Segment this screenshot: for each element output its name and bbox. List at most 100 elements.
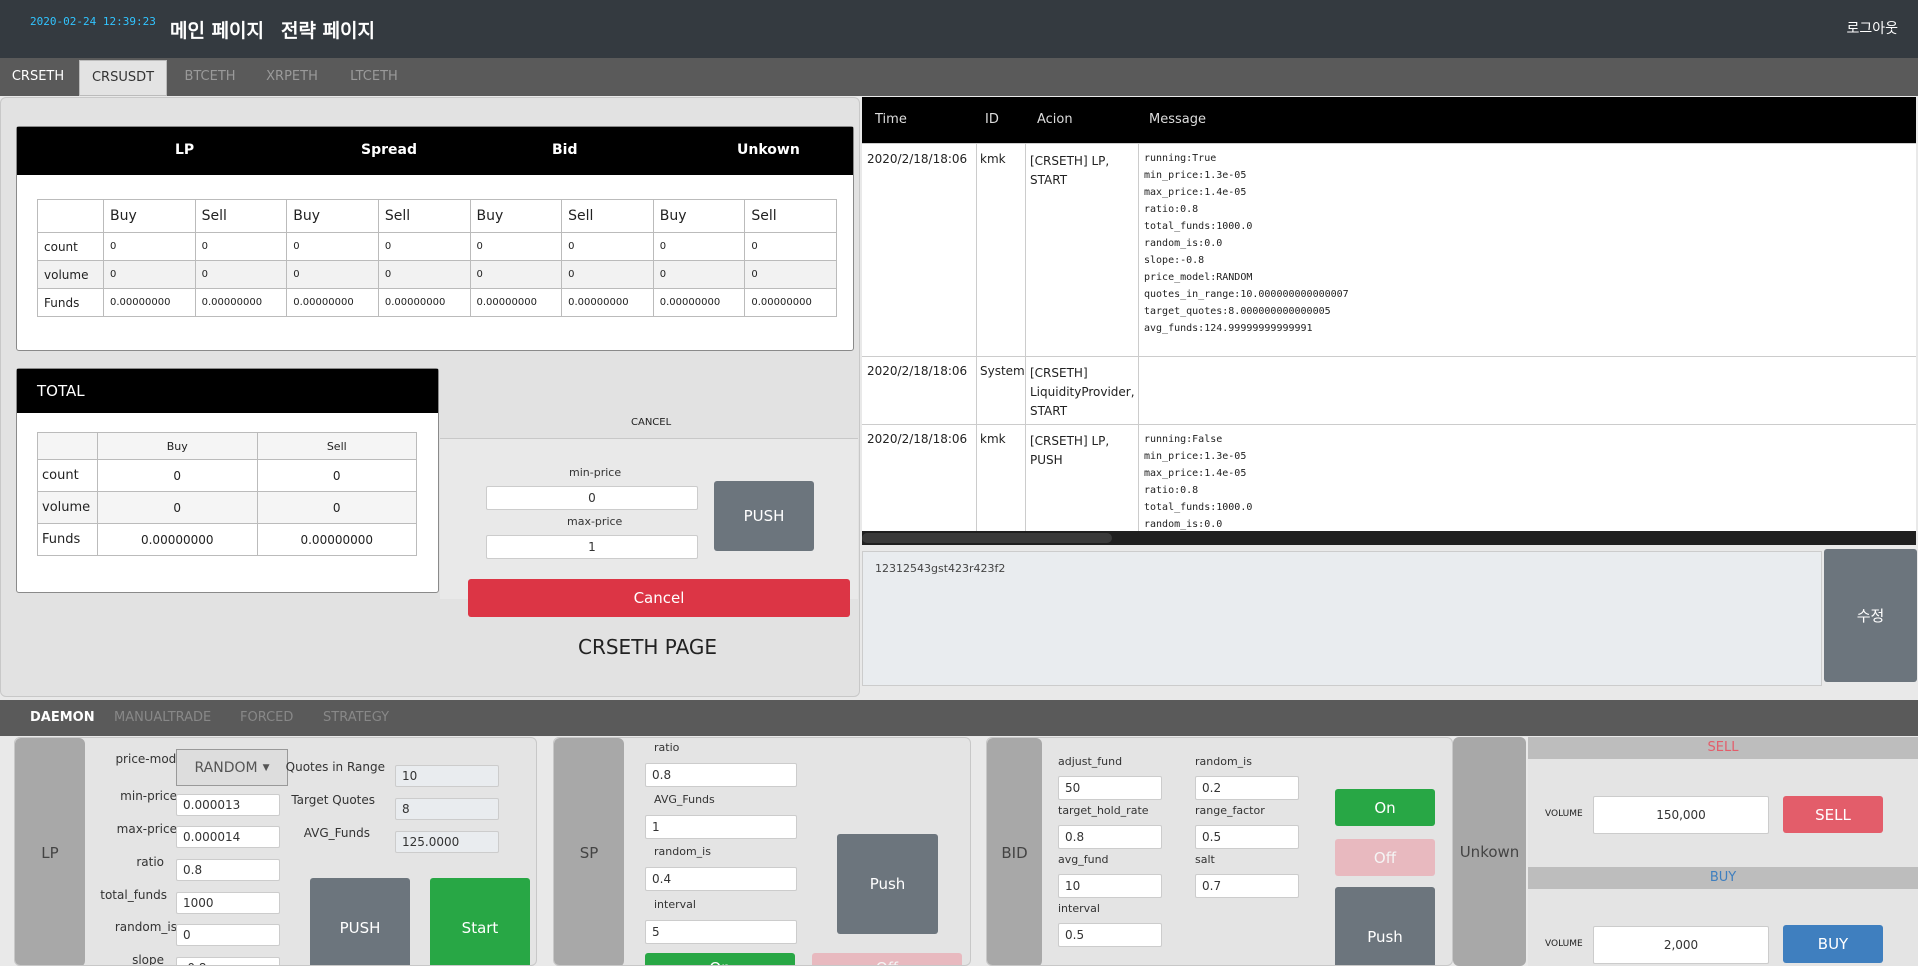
lp-section: LP price-model RANDOM ▼ min-price 0.0000… [14,737,537,966]
tab-daemon[interactable]: DAEMON [30,700,95,736]
cancel-push-button[interactable]: PUSH [714,481,814,551]
total-card: TOTAL Buy Sell count 0 0 volume 0 0 Fund… [16,368,439,593]
sp-random-label: random_is [654,845,711,858]
table-cell: 0 [286,232,379,261]
table-header-row: Buy Sell [37,432,417,460]
memo-textarea[interactable]: 12312543gst423r423f2 [862,551,1822,686]
range-factor-input[interactable]: 0.5 [1195,825,1299,849]
row-label: Funds [37,523,98,556]
tab-xrpeth[interactable]: XRPETH [254,58,330,96]
max-price-label: max-price [116,822,177,836]
lp-random-is-input[interactable]: 0 [176,924,280,946]
sp-ratio-label: ratio [654,741,680,754]
tab-manualtrade[interactable]: MANUALTRADE [114,700,211,736]
price-model-value: RANDOM [194,759,258,776]
top-navbar: 2020-02-24 12:39:23 메인 페이지 전략 페이지 로그아웃 [0,0,1918,58]
table-cell: 0 [256,459,417,492]
bid-off-button[interactable]: Off [1335,839,1435,876]
log-action: [CRSETH] LP, PUSH [1030,434,1110,467]
tab-btceth[interactable]: BTCETH [172,58,248,96]
log-message: running:False min_price:1.3e-05 max_pric… [1144,434,1253,530]
sell-volume-input[interactable]: 150,000 [1593,796,1769,834]
timestamp: 2020-02-24 12:39:23 [30,15,156,28]
target-hold-rate-input[interactable]: 0.8 [1058,825,1162,849]
table-row: Funds 0.00000000 0.00000000 0.00000000 0… [37,288,837,317]
logout-link[interactable]: 로그아웃 [1846,18,1898,38]
adjust-fund-input[interactable]: 50 [1058,776,1162,800]
edit-button[interactable]: 수정 [1824,549,1917,682]
max-price-input[interactable]: 1 [486,535,698,559]
salt-label: salt [1195,853,1215,866]
table-cell: 0 [652,260,746,289]
bid-interval-input[interactable]: 0.5 [1058,923,1162,947]
bid-random-input[interactable]: 0.2 [1195,776,1299,800]
sp-push-button[interactable]: Push [837,834,938,934]
tab-ltceth[interactable]: LTCETH [336,58,412,96]
salt-input[interactable]: 0.7 [1195,874,1299,898]
target-quotes-value: 8 [395,798,499,820]
quotes-in-range-label: Quotes in Range [285,760,385,774]
row-label: volume [37,260,104,289]
lp-start-button[interactable]: Start [430,878,530,965]
lp-slope-input[interactable]: -0.8 [176,957,280,965]
row-label: volume [37,491,98,524]
daemon-tab-bar: DAEMON MANUALTRADE FORCED STRATEGY [0,700,1918,736]
bid-on-button[interactable]: On [1335,789,1435,826]
bid-push-button[interactable]: Push [1335,887,1435,965]
avg-fund-input[interactable]: 10 [1058,874,1162,898]
table-cell: 0 [561,260,654,289]
lp-max-price-input[interactable]: 0.000014 [176,826,280,848]
adjust-fund-label: adjust_fund [1058,755,1123,768]
buy-volume-input[interactable]: 2,000 [1593,926,1769,964]
pair-tab-bar: CRSETH CRSUSDT BTCETH XRPETH LTCETH [0,58,1918,96]
sp-random-input[interactable]: 0.4 [645,867,797,891]
buy-button[interactable]: BUY [1783,925,1883,963]
unkown-side-label: Unkown [1453,737,1526,966]
nav-strategy-page[interactable]: 전략 페이지 [281,16,375,43]
price-model-dropdown[interactable]: RANDOM ▼ [176,749,288,786]
log-col-message: Message [1149,112,1206,127]
sp-interval-label: interval [654,898,696,911]
bid-section: BID adjust_fund 50 random_is 0.2 target_… [986,737,1453,966]
tab-crsusdt[interactable]: CRSUSDT [79,60,167,96]
table-cell: 0 [97,459,258,492]
row-label: Funds [37,288,104,317]
lp-total-funds-input[interactable]: 1000 [176,892,280,914]
tab-crseth[interactable]: CRSETH [0,58,76,96]
log-action: [CRSETH] LP, START [1030,154,1110,187]
sp-ratio-input[interactable]: 0.8 [645,763,797,787]
cancel-button[interactable]: Cancel [468,579,850,617]
sp-interval-input[interactable]: 5 [645,920,797,944]
min-price-input[interactable]: 0 [486,486,698,510]
buy-volume-label: VOLUME [1545,939,1583,949]
log-time: 2020/2/18/18:06 [867,364,968,378]
table-cell: 0 [286,260,379,289]
chevron-down-icon: ▼ [262,762,270,773]
table-cell: 0 [256,491,417,524]
table-cell: 0 [469,260,563,289]
sp-off-button[interactable]: Off [812,953,962,965]
sp-on-button[interactable]: On [645,953,795,965]
nav-main-page[interactable]: 메인 페이지 [170,16,264,43]
sell-button[interactable]: SELL [1783,796,1883,833]
log-scrollbar-thumb[interactable] [862,533,1112,543]
table-row: volume 0 0 [37,491,417,524]
log-col-time: Time [875,112,907,127]
buy-header: BUY [1528,867,1918,889]
sp-avg-funds-input[interactable]: 1 [645,815,797,839]
lp-push-button[interactable]: PUSH [310,878,410,965]
col-label: Sell [561,199,654,233]
table-cell: 0.00000000 [286,288,379,317]
strategy-summary-card: LP Spread Bid Unkown Buy Sell Buy Sell B… [16,126,854,351]
tab-strategy[interactable]: STRATEGY [323,700,389,736]
row-label: count [37,459,98,492]
summary-panel: LP Spread Bid Unkown Buy Sell Buy Sell B… [0,97,860,697]
lp-ratio-input[interactable]: 0.8 [176,859,280,881]
table-cell: 0.00000000 [377,288,471,317]
table-row: Funds 0.00000000 0.00000000 [37,523,417,556]
table-cell: 0 [652,232,746,261]
sp-side-label: SP [554,738,624,965]
page-title: CRSETH PAGE [578,635,718,659]
lp-min-price-input[interactable]: 0.000013 [176,794,280,816]
tab-forced[interactable]: FORCED [240,700,293,736]
